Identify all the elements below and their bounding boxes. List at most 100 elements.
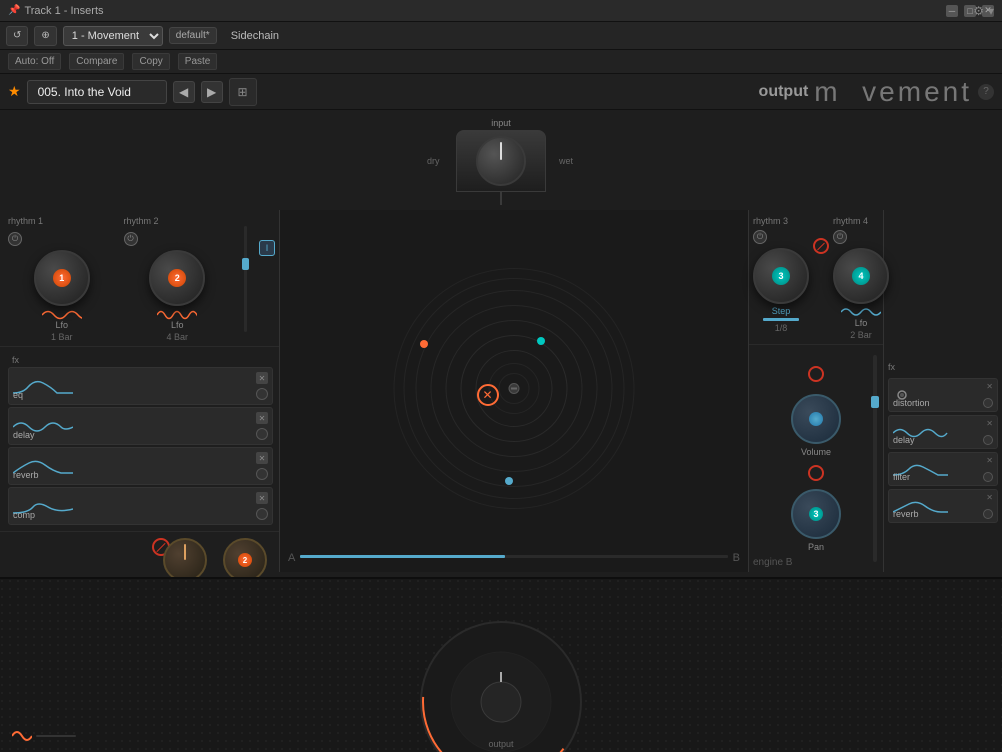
input-label: input bbox=[491, 118, 511, 128]
copy-button[interactable]: Copy bbox=[132, 53, 169, 70]
dry-label: dry bbox=[427, 156, 440, 166]
engine-a-viz: ✕ A B bbox=[280, 210, 749, 572]
movement-logo: m vement bbox=[814, 76, 972, 108]
rhythm-2-knob[interactable]: 2 bbox=[149, 250, 205, 306]
rhythm-slider-track[interactable] bbox=[239, 216, 251, 342]
fx-left-section: fx eq ✕ delay ✕ bbox=[0, 347, 279, 531]
rhythm-4-group: rhythm 4 ⏻ 4 Lfo 2 Bar bbox=[833, 216, 889, 340]
rhythm-1-knob[interactable]: 1 bbox=[34, 250, 90, 306]
toolbar2: Auto: Off Compare Copy Paste bbox=[0, 50, 1002, 74]
circle-visualizer bbox=[384, 259, 644, 524]
rhythm-section-1-2: rhythm 1 ⏻ 1 Lfo 1 Bar bbox=[0, 210, 279, 347]
rhythm-1-number: 1 bbox=[53, 269, 71, 287]
fx-eq-item: eq ✕ bbox=[8, 367, 273, 405]
rhythm-3-number: 3 bbox=[772, 267, 790, 285]
waveform-line bbox=[36, 735, 76, 737]
rhythm-3-knob[interactable]: 3 bbox=[753, 248, 809, 304]
rhythm-2-power[interactable]: ⏻ bbox=[124, 232, 138, 246]
filter-power[interactable] bbox=[983, 472, 993, 482]
engine-a-volume-knob[interactable] bbox=[163, 538, 207, 582]
right-delay-power[interactable] bbox=[983, 435, 993, 445]
eq-close-button[interactable]: ✕ bbox=[256, 372, 268, 384]
distortion-power[interactable] bbox=[983, 398, 993, 408]
output-label-header: output bbox=[759, 83, 809, 101]
paste-button[interactable]: Paste bbox=[178, 53, 218, 70]
sidechain-label: Sidechain bbox=[231, 30, 279, 42]
rhythm-4-bar: 2 Bar bbox=[850, 330, 872, 340]
delay-close-button[interactable]: ✕ bbox=[256, 412, 268, 424]
engine-b-bypass-2[interactable] bbox=[808, 465, 824, 481]
grid-icon: ⊞ bbox=[238, 85, 248, 99]
engine-a-power[interactable]: I bbox=[259, 240, 275, 256]
engine-b-volume-knob[interactable] bbox=[791, 394, 841, 444]
engine-b-pan-label: Pan bbox=[808, 542, 824, 552]
rhythm-4-knob[interactable]: 4 bbox=[833, 248, 889, 304]
loop-button[interactable]: ↺ bbox=[6, 26, 28, 46]
pin-icon: 📌 bbox=[8, 5, 20, 16]
comp-close-button[interactable]: ✕ bbox=[256, 492, 268, 504]
rhythm-3-type: Step bbox=[772, 306, 791, 316]
concentric-circles-svg bbox=[384, 259, 644, 519]
reverb-power-button[interactable] bbox=[256, 468, 268, 480]
rhythm-slider-thumb[interactable] bbox=[242, 258, 249, 270]
waveform-icon bbox=[12, 728, 32, 744]
compare-button[interactable]: Compare bbox=[69, 53, 124, 70]
delay-power-button[interactable] bbox=[256, 428, 268, 440]
fx-filter-item: filter ✕ bbox=[888, 452, 998, 486]
a-label: A bbox=[288, 552, 295, 564]
next-preset-button[interactable]: ▶ bbox=[201, 81, 223, 103]
output-turntable: output bbox=[401, 582, 601, 752]
engine-b-slider-thumb[interactable] bbox=[871, 396, 879, 408]
comp-power-button[interactable] bbox=[256, 508, 268, 520]
comp-label: comp bbox=[13, 510, 35, 520]
waveform-area bbox=[12, 728, 76, 744]
right-reverb-close[interactable]: ✕ bbox=[986, 493, 993, 502]
right-reverb-power[interactable] bbox=[983, 509, 993, 519]
question-icon[interactable]: ? bbox=[978, 84, 994, 100]
track-select[interactable]: 1 - Movement bbox=[63, 26, 163, 46]
engine-b-bypass-icon[interactable] bbox=[808, 366, 824, 382]
rhythm-4-power[interactable]: ⏻ bbox=[833, 230, 847, 244]
engine-b-panel: rhythm 3 ⏻ 3 Step 1/8 bbox=[749, 210, 884, 572]
preset-name: 005. Into the Void bbox=[27, 80, 167, 104]
expand-icon[interactable]: ▾ bbox=[988, 4, 994, 18]
input-knob[interactable] bbox=[476, 136, 526, 186]
auto-off-button[interactable]: Auto: Off bbox=[8, 53, 61, 70]
right-reverb-label: reverb bbox=[893, 509, 919, 519]
engine-b-slider-track[interactable] bbox=[873, 355, 877, 562]
prev-preset-button[interactable]: ◀ bbox=[173, 81, 195, 103]
filter-close[interactable]: ✕ bbox=[986, 456, 993, 465]
engine-a-toggle: I bbox=[259, 216, 275, 342]
right-delay-label: delay bbox=[893, 435, 915, 445]
engine-a-pan-knob[interactable]: 2 bbox=[223, 538, 267, 582]
engine-b-pan-knob[interactable]: 3 bbox=[791, 489, 841, 539]
minimize-button[interactable]: ─ bbox=[946, 5, 958, 17]
right-delay-close[interactable]: ✕ bbox=[986, 419, 993, 428]
fx-distortion-item: distortion ✕ bbox=[888, 378, 998, 412]
grid-view-button[interactable]: ⊞ bbox=[229, 78, 257, 106]
rhythm-1-power[interactable]: ⏻ bbox=[8, 232, 22, 246]
b-label: B bbox=[733, 552, 740, 564]
eq-power-button[interactable] bbox=[256, 388, 268, 400]
left-panel: rhythm 1 ⏻ 1 Lfo 1 Bar bbox=[0, 210, 280, 572]
preset-bar: ★ 005. Into the Void ◀ ▶ ⊞ output m veme… bbox=[0, 74, 1002, 110]
engine-a-pan-number: 2 bbox=[238, 553, 252, 567]
filter-label: filter bbox=[893, 472, 910, 482]
engine-b-volume-label: Volume bbox=[801, 447, 831, 457]
reverb-close-button[interactable]: ✕ bbox=[256, 452, 268, 464]
engine-b-label: engine B bbox=[753, 557, 792, 568]
rhythm-4-title: rhythm 4 bbox=[833, 216, 889, 226]
gear-icon[interactable]: ⚙ bbox=[973, 4, 984, 18]
rhythm-1-bar: 1 Bar bbox=[51, 332, 73, 342]
orange-cross-icon: ✕ bbox=[477, 384, 499, 406]
svg-text:output: output bbox=[488, 739, 514, 749]
wet-label: wet bbox=[559, 156, 573, 166]
link-button[interactable]: ⊕ bbox=[34, 26, 56, 46]
rhythm-2-title: rhythm 2 bbox=[124, 216, 232, 226]
rhythm-3-bypass[interactable] bbox=[813, 238, 829, 254]
rhythm-4-number: 4 bbox=[852, 267, 870, 285]
engine-b-pan-number: 3 bbox=[809, 507, 823, 521]
distortion-close[interactable]: ✕ bbox=[986, 382, 993, 391]
rhythm-3-power[interactable]: ⏻ bbox=[753, 230, 767, 244]
favorite-star[interactable]: ★ bbox=[8, 83, 21, 100]
